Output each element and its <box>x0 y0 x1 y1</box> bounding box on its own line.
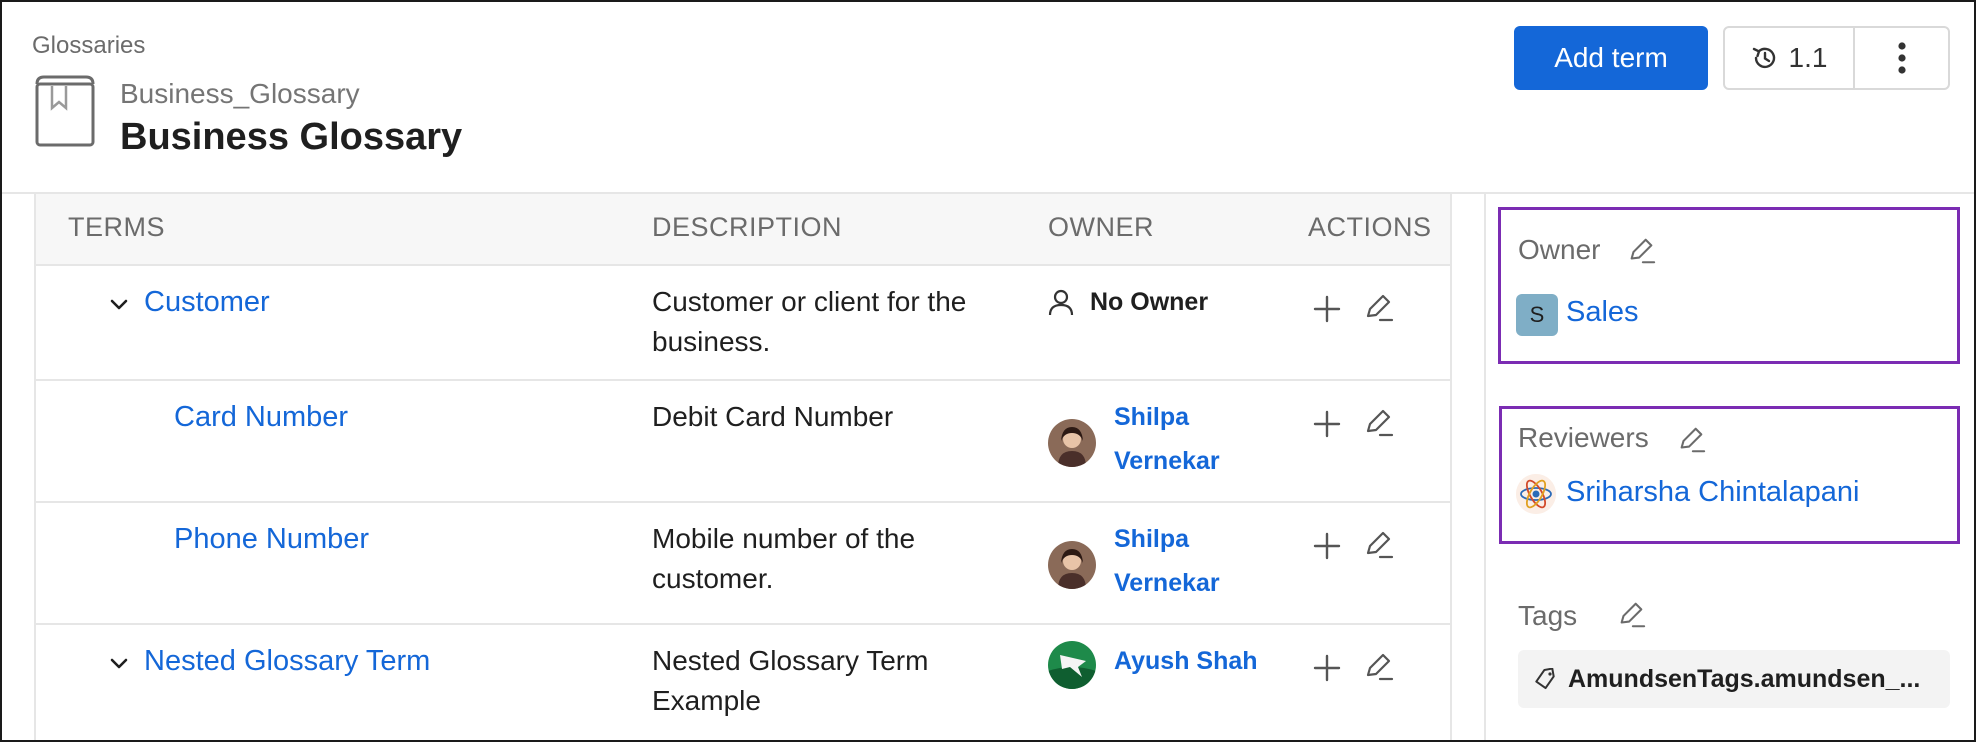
owner-name-line: Ayush Shah <box>1114 647 1258 675</box>
table-row: Nested Glossary Term Nested Glossary Ter… <box>36 625 1450 740</box>
more-vertical-icon <box>1897 42 1906 74</box>
description-line: Customer or client for the <box>652 286 967 317</box>
table-row: Card Number Debit Card Number Shilpa Ver… <box>36 381 1450 503</box>
panel-divider <box>1484 194 1486 740</box>
owner-team-link[interactable]: Sales <box>1566 296 1639 329</box>
more-options-button[interactable] <box>1855 28 1948 88</box>
term-link[interactable]: Customer <box>144 286 270 319</box>
reviewer-link[interactable]: Sriharsha Chintalapani <box>1566 476 1859 509</box>
tag-label: AmundsenTags.amundsen_... <box>1568 664 1921 693</box>
book-icon <box>35 75 95 147</box>
owner-section-label: Owner <box>1518 234 1601 265</box>
tag-chip[interactable]: AmundsenTags.amundsen_... <box>1518 650 1950 708</box>
breadcrumb-glossaries[interactable]: Glossaries <box>32 32 145 60</box>
owner-name-line: Shilpa <box>1114 525 1190 553</box>
column-header-description: DESCRIPTION <box>652 212 843 242</box>
add-icon[interactable] <box>1312 531 1342 561</box>
add-icon[interactable] <box>1312 653 1342 683</box>
term-link[interactable]: Phone Number <box>174 523 369 556</box>
glossary-page: Glossaries Business_Glossary Business Gl… <box>0 0 1976 742</box>
term-description: Mobile number of the customer. <box>652 519 1032 599</box>
owner-link[interactable]: Shilpa Vernekar <box>1114 517 1220 605</box>
column-header-terms: TERMS <box>68 212 165 242</box>
tags-section-label: Tags <box>1518 600 1578 631</box>
version-number: 1.1 <box>1788 42 1828 73</box>
term-link[interactable]: Nested Glossary Term <box>144 645 430 678</box>
glossary-fqn: Business_Glossary <box>120 78 360 109</box>
owner-section-highlight <box>1498 207 1960 364</box>
owner-name-line: Shilpa <box>1114 403 1190 431</box>
add-icon[interactable] <box>1312 294 1342 324</box>
user-icon <box>1048 289 1074 315</box>
description-line: Example <box>652 685 761 716</box>
edit-reviewers-icon[interactable] <box>1676 425 1706 455</box>
description-line: Nested Glossary Term <box>652 645 929 676</box>
add-term-button[interactable]: Add term <box>1514 26 1708 90</box>
table-header: TERMS DESCRIPTION OWNER ACTIONS <box>36 194 1450 266</box>
edit-icon[interactable] <box>1362 651 1394 683</box>
owner-link[interactable]: Shilpa Vernekar <box>1114 395 1220 483</box>
edit-icon[interactable] <box>1362 529 1394 561</box>
column-header-actions: ACTIONS <box>1308 212 1432 242</box>
tag-icon <box>1535 668 1555 690</box>
term-description: Nested Glossary Term Example <box>652 641 1032 721</box>
header-action-group: 1.1 <box>1723 26 1950 90</box>
table-row: Phone Number Mobile number of the custom… <box>36 503 1450 625</box>
avatar <box>1048 419 1096 467</box>
term-description: Customer or client for the business. <box>652 282 1032 362</box>
owner-name-line: Vernekar <box>1114 447 1220 475</box>
edit-tags-icon[interactable] <box>1616 600 1646 630</box>
chevron-down-icon[interactable] <box>108 294 130 316</box>
avatar <box>1048 541 1096 589</box>
history-icon <box>1752 47 1775 69</box>
edit-icon[interactable] <box>1362 292 1394 324</box>
term-link[interactable]: Card Number <box>174 401 348 434</box>
term-description: Debit Card Number <box>652 397 1032 437</box>
owner-name-line: Vernekar <box>1114 569 1220 597</box>
table-row: Customer Customer or client for the busi… <box>36 266 1450 381</box>
owner-link[interactable]: Ayush Shah <box>1114 639 1258 683</box>
edit-icon[interactable] <box>1362 407 1394 439</box>
reviewers-section-label: Reviewers <box>1518 422 1649 453</box>
version-history-button[interactable]: 1.1 <box>1725 28 1855 88</box>
description-line: customer. <box>652 563 774 594</box>
add-icon[interactable] <box>1312 409 1342 439</box>
chevron-down-icon[interactable] <box>108 653 130 675</box>
owner-cell: No Owner <box>1048 288 1208 317</box>
page-title: Business Glossary <box>120 116 463 158</box>
edit-owner-icon[interactable] <box>1626 236 1656 266</box>
avatar <box>1048 641 1096 689</box>
description-line: business. <box>652 326 771 357</box>
column-header-owner: OWNER <box>1048 212 1154 242</box>
team-avatar: S <box>1516 294 1558 336</box>
description-line: Debit Card Number <box>652 401 894 432</box>
terms-table: TERMS DESCRIPTION OWNER ACTIONS Customer… <box>34 194 1452 740</box>
reviewer-avatar <box>1516 474 1556 514</box>
description-line: Mobile number of the <box>652 523 916 554</box>
no-owner-label: No Owner <box>1090 288 1209 316</box>
